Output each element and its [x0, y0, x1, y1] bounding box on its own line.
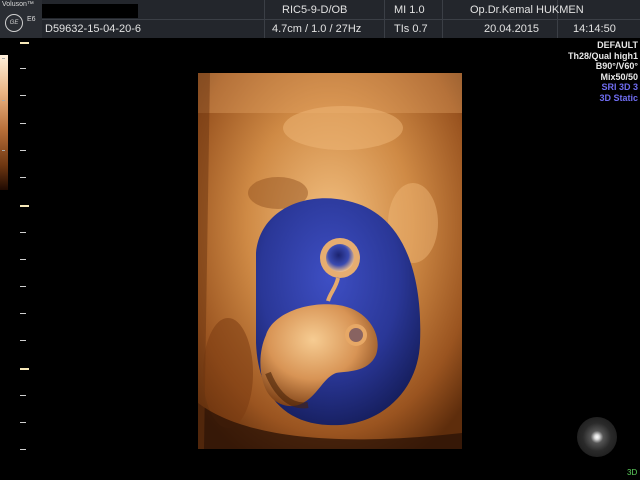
render-svg	[198, 73, 462, 449]
depth-frequency-label: 4.7cm / 1.0 / 27Hz	[272, 23, 362, 35]
depth-scale-tick	[20, 123, 26, 124]
redacted-patient-name	[42, 4, 138, 18]
depth-scale-tick	[20, 449, 26, 450]
mode-tag: 3D	[627, 468, 638, 477]
header-divider	[42, 19, 640, 20]
setting-threshold-quality: Th28/Qual high1	[567, 50, 638, 61]
depth-scale-tick	[20, 340, 26, 341]
setting-mix: Mix50/50	[600, 71, 638, 82]
ge-logo-icon: GE	[5, 14, 23, 32]
depth-scale-tick	[20, 95, 26, 96]
depth-scale-tick	[20, 232, 26, 233]
orientation-marker-icon	[577, 417, 617, 457]
patient-id-label: D59632-15-04-20-6	[45, 23, 142, 35]
ultrasound-3d-render	[198, 73, 462, 449]
depth-scale-tick	[20, 422, 26, 423]
time-label: 14:14:50	[573, 23, 616, 35]
tis-label: TIs 0.7	[394, 23, 428, 35]
depth-scale-major-tick	[20, 205, 29, 207]
brand-label: Voluson™	[2, 1, 34, 8]
yolk-sac-inner	[326, 244, 354, 272]
embryo-head-shadow	[349, 328, 363, 342]
depth-scale-major-tick	[20, 42, 29, 44]
depth-scale-major-tick	[20, 368, 29, 370]
color-map-tick	[2, 100, 5, 101]
setting-volume-angles: B90°/V60°	[595, 61, 638, 71]
depth-scale-tick	[20, 259, 26, 260]
settings-panel: DEFAULT Th28/Qual high1 B90°/V60° Mix50/…	[568, 40, 638, 103]
depth-scale-tick	[20, 150, 26, 151]
model-label: E6	[27, 16, 36, 23]
setting-sri: SRI 3D 3	[601, 82, 638, 92]
tissue-texture	[283, 106, 403, 150]
mi-label: MI 1.0	[394, 4, 425, 16]
header-separator	[442, 0, 443, 38]
color-map-tick	[2, 150, 5, 151]
depth-scale-tick	[20, 177, 26, 178]
info-header: Voluson™ GE E6 RIC5-9-D/OB MI 1.0 Op.Dr.…	[0, 0, 640, 38]
depth-scale-tick	[20, 313, 26, 314]
date-label: 20.04.2015	[484, 23, 540, 35]
setting-3d-mode: 3D Static	[599, 92, 638, 103]
depth-scale-tick	[20, 68, 26, 69]
color-map-bar	[0, 55, 8, 190]
header-separator	[384, 0, 385, 38]
setting-preset: DEFAULT	[597, 40, 638, 50]
color-map-tick	[2, 58, 5, 59]
operator-label: Op.Dr.Kemal HUKMEN	[470, 4, 584, 16]
header-separator	[264, 0, 265, 38]
probe-label: RIC5-9-D/OB	[282, 4, 348, 16]
depth-scale-tick	[20, 395, 26, 396]
logo-area: Voluson™ GE E6	[0, 0, 42, 38]
depth-scale-tick	[20, 286, 26, 287]
